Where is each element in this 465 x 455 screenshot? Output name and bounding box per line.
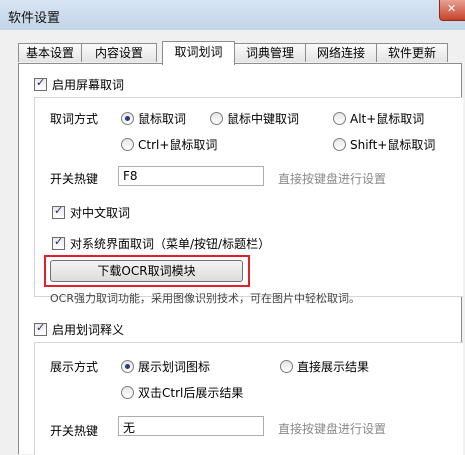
system-ui-capture-checkbox[interactable] [52, 235, 65, 250]
capture-hotkey-label: 开关热键 [50, 172, 99, 186]
capture-method-label: 取词方式 [50, 112, 99, 126]
tab-network-connection[interactable]: 网络连接 [305, 43, 377, 62]
radio-alt-mouse-capture[interactable] [333, 112, 346, 125]
radio-show-result-directly[interactable] [280, 360, 293, 373]
selection-hotkey-hint: 直接按键盘进行设置 [278, 422, 387, 436]
radio-show-result-directly-label: 直接展示结果 [297, 360, 370, 374]
radio-alt-mouse-capture-label: Alt+鼠标取词 [350, 112, 425, 126]
enable-screen-capture-label: 启用屏幕取词 [52, 78, 125, 92]
radio-shift-mouse-capture[interactable] [333, 138, 346, 151]
enable-word-selection-label: 启用划词释义 [52, 323, 125, 337]
window-title: 软件设置 [8, 11, 61, 26]
system-ui-capture-label: 对系统界面取词（菜单/按钮/标题栏） [70, 237, 271, 251]
chinese-capture-label: 对中文取词 [70, 206, 131, 220]
enable-screen-capture-checkbox[interactable] [34, 76, 47, 91]
radio-double-ctrl-show-label: 双击Ctrl后展示结果 [138, 386, 244, 400]
radio-mouse-capture[interactable] [121, 112, 134, 125]
radio-shift-mouse-capture-label: Shift+鼠标取词 [350, 138, 436, 152]
word-selection-group [34, 342, 463, 455]
radio-show-selection-icon-label: 展示划词图标 [138, 360, 211, 374]
radio-mouse-capture-label: 鼠标取词 [138, 112, 187, 126]
tab-content-settings[interactable]: 内容设置 [81, 43, 157, 62]
radio-middle-button-capture[interactable] [210, 112, 223, 125]
chinese-capture-checkbox[interactable] [52, 204, 65, 219]
ocr-description: OCR强力取词功能，采用图像识别技术，可在图片中轻松取词。 [50, 292, 360, 305]
radio-middle-button-capture-label: 鼠标中键取词 [227, 112, 300, 126]
tab-dictionary-management[interactable]: 词典管理 [234, 43, 306, 62]
radio-ctrl-mouse-capture[interactable] [121, 138, 134, 151]
title-bar: 软件设置 [0, 0, 465, 30]
radio-double-ctrl-show[interactable] [121, 386, 134, 399]
enable-word-selection-checkbox[interactable] [34, 321, 47, 336]
selection-hotkey-label: 开关热键 [50, 424, 99, 438]
tab-software-update[interactable]: 软件更新 [376, 43, 448, 62]
selection-hotkey-input[interactable]: 无 [118, 416, 264, 436]
radio-show-selection-icon[interactable] [121, 360, 134, 373]
tab-basic-settings[interactable]: 基本设置 [18, 43, 82, 62]
tab-word-capture[interactable]: 取词划词 [162, 41, 235, 65]
capture-hotkey-input[interactable]: F8 [118, 166, 264, 186]
close-icon[interactable] [439, 0, 465, 21]
display-mode-label: 展示方式 [50, 360, 99, 374]
download-ocr-module-button[interactable]: 下载OCR取词模块 [50, 260, 243, 282]
radio-ctrl-mouse-capture-label: Ctrl+鼠标取词 [138, 138, 218, 152]
capture-hotkey-hint: 直接按键盘进行设置 [278, 172, 387, 186]
